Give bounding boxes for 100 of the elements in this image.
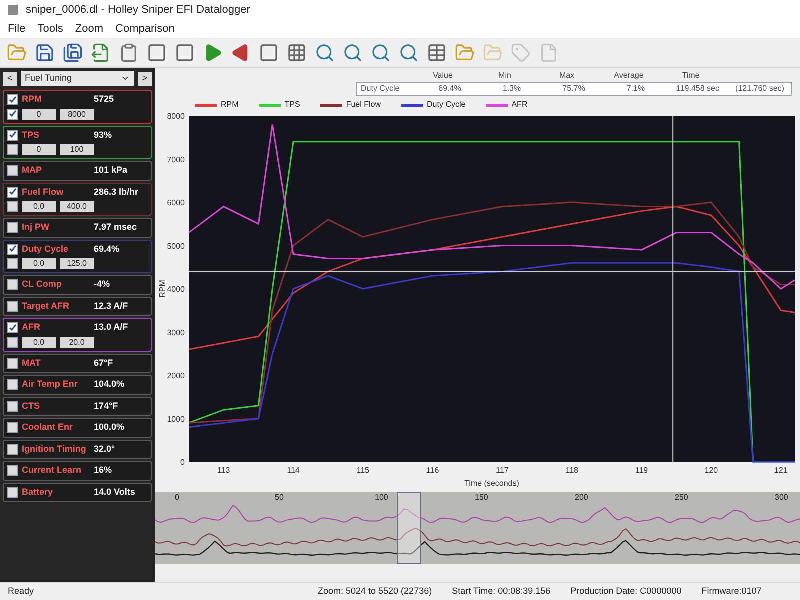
channel-card[interactable]: CTS 174°F	[3, 396, 152, 416]
status-text: Ready	[8, 584, 36, 598]
caret-icon	[121, 74, 130, 83]
checkbox[interactable]	[7, 130, 18, 141]
channel-card[interactable]: Duty Cycle 69.4% 0.0 125.0	[3, 240, 152, 273]
tag-icon	[511, 42, 531, 62]
channel-card[interactable]: AFR 13.0 A/F 0.0 20.0	[3, 318, 152, 352]
checkbox[interactable]	[7, 300, 18, 312]
channel-name: Target AFR	[22, 300, 71, 313]
checkbox[interactable]	[7, 279, 18, 290]
range-min-field[interactable]: 0.0	[22, 258, 56, 269]
square-icon	[175, 42, 195, 62]
checkbox[interactable]	[7, 186, 18, 198]
channel-card[interactable]: Fuel Flow 286.3 lb/hr 0.0 400.0	[3, 182, 152, 216]
overview-tick-label: 150	[475, 492, 488, 504]
checkbox[interactable]	[7, 465, 18, 476]
range-max-field[interactable]: 20.0	[60, 336, 94, 348]
channel-card[interactable]: CL Comp -4%	[3, 275, 152, 294]
checkbox[interactable]	[7, 165, 18, 176]
next-group-button[interactable]: >	[138, 72, 152, 86]
channel-card[interactable]: RPM 5725 0 8000	[3, 90, 152, 124]
save-icon	[35, 42, 55, 62]
checkbox[interactable]	[7, 222, 18, 234]
checkbox[interactable]	[7, 422, 18, 434]
channel-card[interactable]: MAT 67°F	[3, 354, 152, 373]
previous-group-button[interactable]: <	[3, 72, 17, 86]
checkbox[interactable]	[7, 144, 18, 155]
checkbox[interactable]	[7, 444, 18, 455]
channel-group-dropdown[interactable]: Fuel Tuning	[21, 71, 134, 86]
app-icon	[8, 5, 18, 15]
range-max-field[interactable]: 8000	[60, 108, 94, 120]
checkbox[interactable]	[7, 400, 18, 412]
x-tick-label: 120	[704, 466, 718, 475]
clipboard-icon	[119, 42, 139, 62]
overview-selection-window[interactable]	[397, 492, 421, 564]
x-tick-label: 121	[774, 466, 788, 475]
menu-item[interactable]: Zoom	[75, 20, 104, 38]
channel-card[interactable]: Inj PW 7.97 msec	[3, 218, 152, 238]
legend-swatch	[195, 104, 217, 106]
channel-card[interactable]: Ignition Timing 32.0°	[3, 440, 152, 459]
status-text: Zoom: 5024 to 5520 (22736)	[318, 584, 432, 598]
checkbox[interactable]	[7, 201, 18, 212]
checkbox[interactable]	[7, 94, 18, 106]
channel-value: 69.4%	[94, 242, 120, 256]
channel-value: 100.0%	[94, 421, 125, 434]
range-min-field[interactable]: 0.0	[22, 336, 56, 348]
channel-name: RPM	[22, 93, 43, 106]
status-text: Firmware:0107	[702, 584, 762, 598]
menu-item[interactable]: Tools	[38, 20, 64, 38]
y-tick-label: 2000	[167, 372, 185, 380]
checkbox[interactable]	[7, 244, 18, 255]
x-tick-label: 113	[217, 466, 230, 475]
channel-name: Coolant Enr	[22, 421, 74, 434]
magnifier-icon	[399, 42, 419, 62]
checkbox[interactable]	[7, 258, 18, 269]
x-tick-label: 119	[635, 466, 648, 475]
channel-card[interactable]: Current Learn 16%	[3, 461, 152, 480]
x-tick-label: 118	[566, 466, 578, 475]
range-max-field[interactable]: 400.0	[60, 201, 94, 212]
channel-card[interactable]: MAP 101 kPa	[3, 161, 152, 180]
range-min-field[interactable]: 0	[22, 144, 56, 155]
checkbox[interactable]	[7, 336, 18, 348]
stats-column-header: Max	[558, 70, 576, 82]
checkbox[interactable]	[7, 108, 18, 120]
checkbox[interactable]	[7, 358, 18, 369]
channel-card[interactable]: TPS 93% 0 100	[3, 126, 152, 159]
overview-tick-label: 0	[175, 492, 180, 504]
menu-item[interactable]: File	[8, 20, 26, 38]
channel-card[interactable]: Coolant Enr 100.0%	[3, 418, 152, 438]
channel-card[interactable]: Battery 14.0 Volts	[3, 482, 152, 502]
channel-value: 286.3 lb/hr	[94, 186, 139, 198]
window-title: sniper_0006.dl - Holley Sniper EFI Datalogger	[26, 2, 250, 18]
grid-icon	[287, 42, 307, 62]
overview-strip[interactable]: 0 50 100 150 200 250 300	[155, 492, 800, 564]
checkbox[interactable]	[7, 379, 18, 390]
channel-name: MAP	[22, 164, 43, 177]
stats-cell-text: (121.760 sec)	[734, 83, 786, 95]
legend-label: AFR	[512, 99, 528, 111]
range-min-field[interactable]: 0.0	[22, 201, 56, 212]
channel-name: CTS	[22, 400, 41, 412]
channel-value: 14.0 Volts	[94, 486, 136, 498]
channel-name: CL Comp	[22, 278, 63, 291]
folder-icon	[7, 42, 27, 62]
range-max-field[interactable]: 125.0	[60, 258, 94, 269]
channel-name: Duty Cycle	[22, 242, 70, 256]
checkbox[interactable]	[7, 322, 18, 334]
x-tick-label: 117	[496, 466, 509, 475]
channel-value: 7.97 msec	[94, 221, 138, 234]
y-tick-label: 6000	[167, 198, 185, 208]
range-max-field[interactable]: 100	[60, 144, 94, 155]
menu-item[interactable]: Comparison	[116, 20, 175, 38]
channel-card[interactable]: Target AFR 12.3 A/F	[3, 296, 152, 316]
channel-card[interactable]: Air Temp Enr 104.0%	[3, 375, 152, 394]
file-icon	[539, 42, 559, 62]
stats-column-header: Value	[432, 70, 454, 82]
checkbox[interactable]	[7, 486, 18, 498]
status-text: Start Time: 00:08:39.156	[452, 584, 551, 598]
magnifier-icon	[315, 42, 335, 62]
stats-cell-text: 75.7%	[562, 83, 586, 95]
range-min-field[interactable]: 0	[22, 108, 56, 120]
